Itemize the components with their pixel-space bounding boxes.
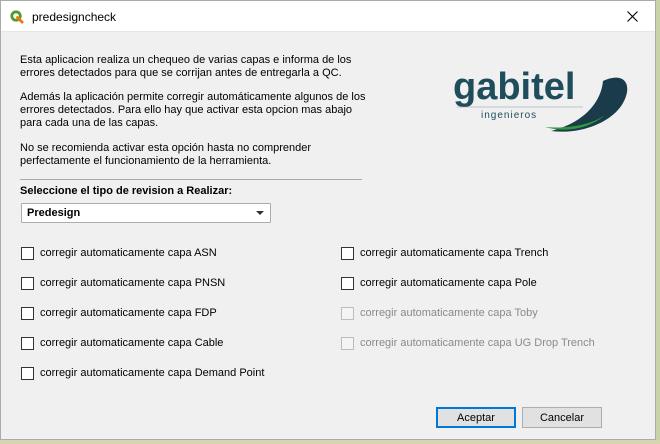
cancel-button[interactable]: Cancelar bbox=[522, 407, 602, 428]
checkbox-pole[interactable]: corregir automaticamente capa Pole bbox=[341, 275, 537, 291]
checkbox-label: corregir automaticamente capa UG Drop Tr… bbox=[360, 337, 595, 349]
gabitel-logo: gabitel ingenieros bbox=[453, 66, 628, 132]
checkbox-fdp[interactable]: corregir automaticamente capa FDP bbox=[21, 305, 217, 321]
checkbox-box bbox=[341, 306, 354, 320]
chevron-down-icon bbox=[256, 211, 264, 215]
background-map-bottom bbox=[0, 440, 660, 444]
intro-paragraph-1: Esta aplicacion realiza un chequeo de va… bbox=[20, 54, 352, 79]
checkbox-label: corregir automaticamente capa Cable bbox=[40, 337, 224, 349]
accept-button[interactable]: Aceptar bbox=[436, 407, 516, 428]
logo-tagline-text: ingenieros bbox=[481, 110, 537, 121]
checkbox-box[interactable] bbox=[341, 246, 354, 260]
checkbox-box bbox=[341, 336, 354, 350]
checkbox-label: corregir automaticamente capa Trench bbox=[360, 247, 549, 259]
title-bar: predesigncheck bbox=[1, 1, 655, 32]
checkbox-trench[interactable]: corregir automaticamente capa Trench bbox=[341, 245, 548, 261]
checkbox-label: corregir automaticamente capa FDP bbox=[40, 307, 217, 319]
checkbox-label: corregir automaticamente capa PNSN bbox=[40, 277, 226, 289]
logo-brand-text: gabitel bbox=[453, 66, 575, 108]
intro-paragraph-3: No se recomienda activar esta opción has… bbox=[20, 142, 312, 167]
checkbox-pnsn[interactable]: corregir automaticamente capa PNSN bbox=[21, 275, 225, 291]
checkbox-label: corregir automaticamente capa Demand Poi… bbox=[40, 367, 265, 379]
background-map-strip bbox=[656, 0, 660, 444]
checkbox-box[interactable] bbox=[21, 276, 34, 290]
checkbox-ug-drop-trench: corregir automaticamente capa UG Drop Tr… bbox=[341, 335, 595, 351]
checkbox-label: corregir automaticamente capa Toby bbox=[360, 307, 538, 319]
checkbox-demand-point[interactable]: corregir automaticamente capa Demand Poi… bbox=[21, 365, 264, 381]
checkbox-box[interactable] bbox=[21, 366, 34, 380]
checkbox-box[interactable] bbox=[21, 306, 34, 320]
predesigncheck-dialog: predesigncheck Esta aplicacion realiza u… bbox=[0, 0, 656, 440]
review-type-value: Predesign bbox=[27, 207, 81, 219]
checkbox-box[interactable] bbox=[21, 336, 34, 350]
close-button[interactable] bbox=[609, 1, 655, 31]
checkbox-cable[interactable]: corregir automaticamente capa Cable bbox=[21, 335, 223, 351]
checkbox-toby: corregir automaticamente capa Toby bbox=[341, 305, 538, 321]
checkbox-box[interactable] bbox=[341, 276, 354, 290]
review-type-label: Seleccione el tipo de revision a Realiza… bbox=[20, 185, 233, 197]
checkbox-label: corregir automaticamente capa Pole bbox=[360, 277, 537, 289]
divider bbox=[20, 179, 362, 180]
review-type-select[interactable]: Predesign bbox=[21, 203, 271, 223]
qgis-icon bbox=[10, 10, 24, 24]
checkbox-asn[interactable]: corregir automaticamente capa ASN bbox=[21, 245, 217, 261]
window-title: predesigncheck bbox=[32, 10, 117, 24]
checkbox-box[interactable] bbox=[21, 246, 34, 260]
checkbox-label: corregir automaticamente capa ASN bbox=[40, 247, 217, 259]
intro-paragraph-2: Además la aplicación permite corregir au… bbox=[20, 91, 366, 129]
close-icon bbox=[626, 10, 638, 22]
